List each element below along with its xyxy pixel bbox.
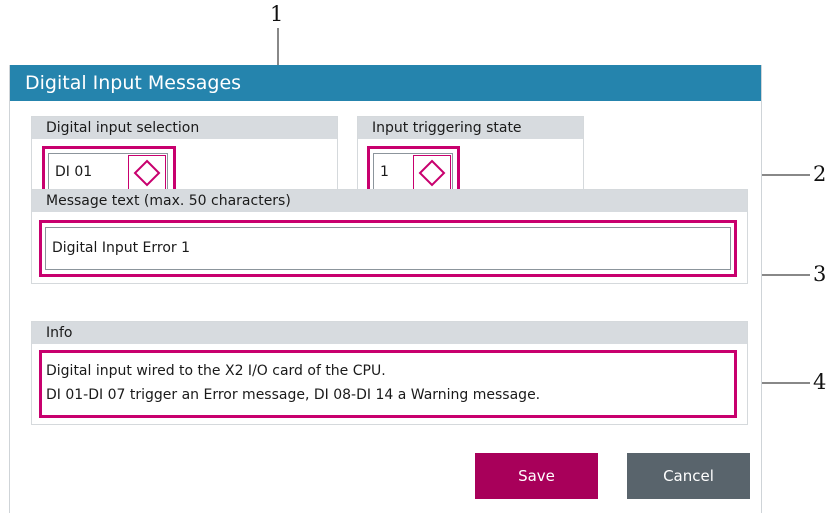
- dialog-title: Digital Input Messages: [10, 65, 761, 101]
- info-label: Info: [32, 322, 747, 344]
- info-group: Info Digital input wired to the X2 I/O c…: [31, 321, 748, 425]
- message-text-label: Message text (max. 50 characters): [32, 190, 747, 212]
- message-text-group: Message text (max. 50 characters) Digita…: [31, 189, 748, 284]
- digital-input-spinner[interactable]: [128, 155, 166, 190]
- trigger-state-spinner[interactable]: [413, 155, 451, 190]
- callout-1: 1: [270, 2, 284, 26]
- cancel-button[interactable]: Cancel: [627, 453, 750, 499]
- info-line-2: DI 01-DI 07 trigger an Error message, DI…: [46, 387, 541, 403]
- digital-input-messages-dialog: Digital Input Messages Digital input sel…: [9, 65, 762, 513]
- message-text-input[interactable]: Digital Input Error 1: [45, 227, 731, 270]
- save-button[interactable]: Save: [475, 453, 598, 499]
- digital-input-selection-label: Digital input selection: [32, 117, 337, 139]
- up-down-spin-icon: [133, 159, 161, 186]
- info-line-1: Digital input wired to the X2 I/O card o…: [46, 363, 386, 379]
- callout-4: 4: [813, 370, 827, 394]
- up-down-spin-icon: [418, 159, 446, 186]
- input-triggering-state-label: Input triggering state: [358, 117, 583, 139]
- callout-2: 2: [813, 162, 827, 186]
- callout-3: 3: [813, 262, 827, 286]
